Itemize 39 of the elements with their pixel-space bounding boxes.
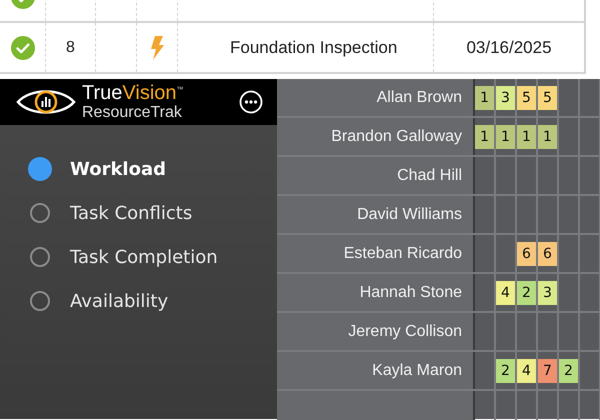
- menu-item[interactable]: Task Conflicts: [70, 202, 192, 224]
- workload-cell: 1: [517, 124, 536, 148]
- workload-cell: 4: [517, 358, 536, 382]
- more-icon[interactable]: [239, 90, 263, 114]
- person-name: Kayla Maron: [372, 362, 462, 380]
- person-name: Brandon Galloway: [331, 128, 462, 146]
- person-name: David Williams: [357, 206, 462, 224]
- task-number: 8: [66, 38, 75, 56]
- menu-item[interactable]: Workload: [70, 158, 166, 180]
- workload-cell: 2: [559, 358, 578, 382]
- workload-cell: 6: [517, 242, 536, 266]
- workload-cell: 1: [475, 124, 494, 148]
- person-name: Hannah Stone: [360, 284, 462, 302]
- brand-subtitle: ResourceTrak: [82, 105, 183, 121]
- person-name: Allan Brown: [376, 88, 462, 106]
- person-name: Esteban Ricardo: [344, 244, 462, 262]
- workload-cell: 1: [496, 124, 515, 148]
- workload-cell: 5: [517, 86, 536, 110]
- workload-cell: 3: [496, 86, 515, 110]
- menu-item[interactable]: Availability: [70, 290, 168, 312]
- workload-cell: 2: [496, 358, 515, 382]
- workload-cell: 4: [496, 280, 515, 304]
- workload-cell: 1: [475, 86, 494, 110]
- workload-cell: 5: [538, 86, 557, 110]
- task-date: 03/16/2025: [466, 38, 552, 58]
- brand-name: TrueVision$^{™}$: [82, 83, 184, 103]
- person-name: Chad Hill: [397, 166, 462, 184]
- radio-button[interactable]: [28, 157, 52, 181]
- workload-cell: 1: [538, 124, 557, 148]
- radio-button[interactable]: [30, 291, 50, 311]
- radio-button[interactable]: [30, 203, 50, 223]
- workload-cell: 6: [538, 242, 557, 266]
- person-name: Jeremy Collison: [348, 322, 462, 340]
- workload-cell: 3: [538, 280, 557, 304]
- radio-button[interactable]: [30, 247, 50, 267]
- menu-item[interactable]: Task Completion: [70, 246, 218, 268]
- workload-cell: 2: [517, 280, 536, 304]
- workload-cell: 7: [538, 358, 557, 382]
- task-name: Foundation Inspection: [230, 38, 398, 58]
